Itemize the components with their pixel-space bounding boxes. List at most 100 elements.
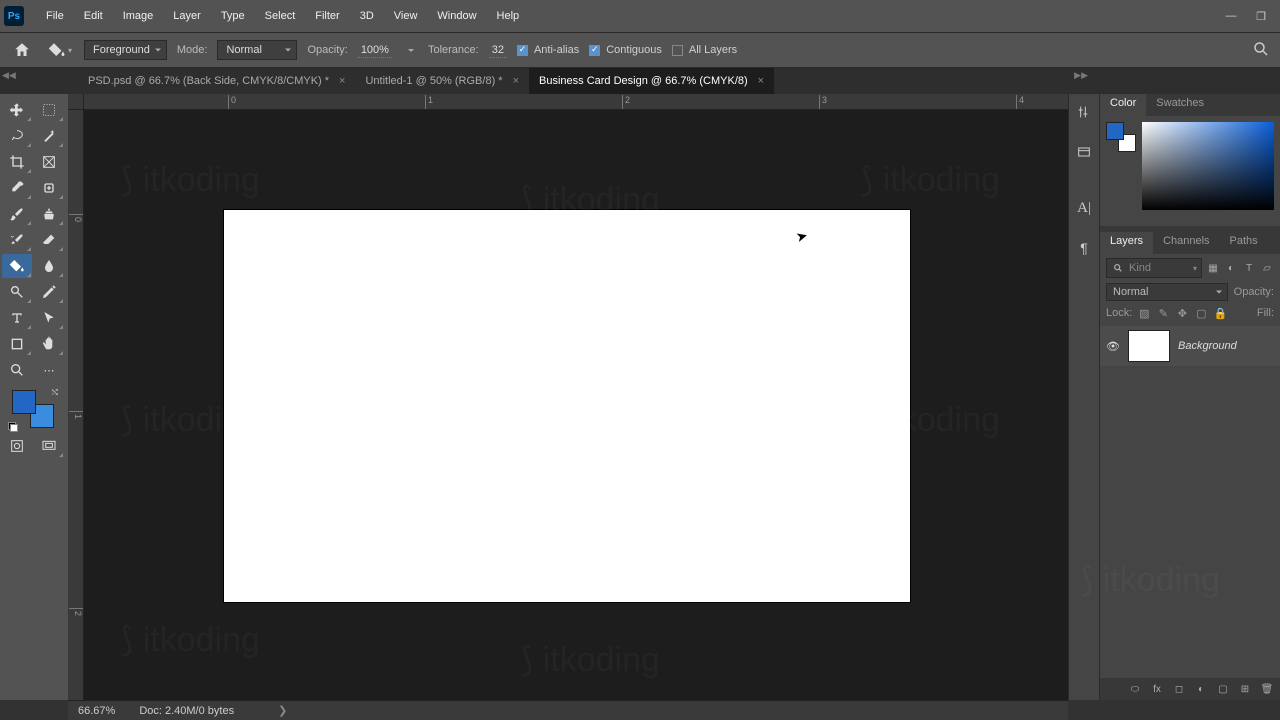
healing-brush-tool-icon[interactable] <box>34 176 64 200</box>
adjustment-layer-icon[interactable]: ◐ <box>1194 682 1208 696</box>
tolerance-value[interactable]: 32 <box>489 43 507 58</box>
lasso-tool-icon[interactable] <box>2 124 32 148</box>
zoom-tool-icon[interactable] <box>2 358 32 382</box>
paint-bucket-tool-icon[interactable] <box>2 254 32 278</box>
search-icon[interactable] <box>1252 40 1272 60</box>
more-tools-icon[interactable]: ⋯ <box>34 358 64 382</box>
group-icon[interactable]: ▢ <box>1216 682 1230 696</box>
menu-help[interactable]: Help <box>487 6 530 26</box>
tab-paths[interactable]: Paths <box>1220 232 1268 254</box>
layer-name[interactable]: Background <box>1178 340 1237 352</box>
marquee-tool-icon[interactable] <box>34 98 64 122</box>
document-viewport[interactable]: ➤ <box>84 110 1068 700</box>
lock-position-icon[interactable]: ✥ <box>1175 306 1189 320</box>
ruler-origin[interactable] <box>68 94 84 110</box>
paragraph-panel-icon[interactable]: ¶ <box>1072 236 1096 260</box>
color-swatches[interactable]: ⤭ <box>2 388 66 432</box>
path-selection-tool-icon[interactable] <box>34 306 64 330</box>
saturation-brightness-field[interactable] <box>1142 122 1274 210</box>
color-mini-swatches[interactable] <box>1106 122 1136 152</box>
doc-tab-3[interactable]: Business Card Design @ 66.7% (CMYK/8) × <box>529 68 774 94</box>
layer-filter-kind[interactable]: Kind ▾ <box>1106 258 1202 278</box>
new-layer-icon[interactable]: ⊞ <box>1238 682 1252 696</box>
lock-pixels-icon[interactable]: ✎ <box>1156 306 1170 320</box>
contiguous-checkbox[interactable]: Contiguous <box>589 44 662 56</box>
character-panel-icon[interactable]: A| <box>1072 196 1096 220</box>
default-colors-icon[interactable] <box>8 422 18 432</box>
opacity-dropdown-icon[interactable] <box>404 43 418 57</box>
layer-item[interactable]: 👁 Background <box>1100 326 1280 366</box>
menu-view[interactable]: View <box>384 6 428 26</box>
eyedropper-tool-icon[interactable] <box>2 176 32 200</box>
visibility-icon[interactable]: 👁 <box>1106 340 1120 353</box>
blur-tool-icon[interactable] <box>34 254 64 278</box>
status-expand-icon[interactable]: ❯ <box>278 704 287 717</box>
paint-bucket-icon[interactable]: ▾ <box>46 36 74 64</box>
tab-channels[interactable]: Channels <box>1153 232 1219 254</box>
dodge-tool-icon[interactable] <box>2 280 32 304</box>
menu-select[interactable]: Select <box>255 6 306 26</box>
foreground-color-swatch[interactable] <box>12 390 36 414</box>
eraser-tool-icon[interactable] <box>34 228 64 252</box>
lock-transparency-icon[interactable]: ▨ <box>1137 306 1151 320</box>
lock-all-icon[interactable]: 🔒 <box>1213 306 1227 320</box>
vertical-ruler[interactable]: 0 1 2 <box>68 110 84 700</box>
type-tool-icon[interactable] <box>2 306 32 330</box>
hand-tool-icon[interactable] <box>34 332 64 356</box>
opacity-value[interactable]: 100% <box>358 43 392 58</box>
magic-wand-tool-icon[interactable] <box>34 124 64 148</box>
fill-source-dropdown[interactable]: Foreground <box>84 40 167 60</box>
filter-pixel-icon[interactable]: ▦ <box>1206 261 1220 275</box>
layer-fx-icon[interactable]: fx <box>1150 682 1164 696</box>
menu-image[interactable]: Image <box>113 6 164 26</box>
filter-shape-icon[interactable]: ▱ <box>1260 261 1274 275</box>
collapse-left-icon[interactable]: ◀◀ <box>2 70 16 81</box>
menu-layer[interactable]: Layer <box>163 6 211 26</box>
close-icon[interactable]: × <box>513 75 519 87</box>
close-icon[interactable]: × <box>339 75 345 87</box>
minimize-icon[interactable]: — <box>1224 9 1238 23</box>
menu-file[interactable]: File <box>36 6 74 26</box>
doc-tab-2[interactable]: Untitled-1 @ 50% (RGB/8) * × <box>355 68 529 94</box>
screen-mode-icon[interactable] <box>34 434 64 458</box>
tab-color[interactable]: Color <box>1100 94 1146 116</box>
horizontal-ruler[interactable]: 0 1 2 3 4 <box>84 94 1068 110</box>
menu-window[interactable]: Window <box>427 6 486 26</box>
layer-mask-icon[interactable]: ◻ <box>1172 682 1186 696</box>
close-icon[interactable]: × <box>758 75 764 87</box>
filter-type-icon[interactable]: T <box>1242 261 1256 275</box>
delete-layer-icon[interactable]: 🗑 <box>1260 682 1274 696</box>
clone-stamp-tool-icon[interactable] <box>34 202 64 226</box>
layer-blend-mode-dropdown[interactable]: Normal <box>1106 283 1228 301</box>
fg-mini-swatch[interactable] <box>1106 122 1124 140</box>
menu-edit[interactable]: Edit <box>74 6 113 26</box>
all-layers-checkbox[interactable]: All Layers <box>672 44 737 56</box>
lock-artboard-icon[interactable]: ▢ <box>1194 306 1208 320</box>
menu-type[interactable]: Type <box>211 6 255 26</box>
tab-layers[interactable]: Layers <box>1100 232 1153 254</box>
frame-tool-icon[interactable] <box>34 150 64 174</box>
quick-mask-icon[interactable] <box>2 434 32 458</box>
blend-mode-dropdown[interactable]: Normal <box>217 40 297 60</box>
tab-swatches[interactable]: Swatches <box>1146 94 1214 116</box>
doc-info[interactable]: Doc: 2.40M/0 bytes <box>139 705 234 717</box>
antialias-checkbox[interactable]: Anti-alias <box>517 44 579 56</box>
collapse-right-icon[interactable]: ▶▶ <box>1074 70 1088 81</box>
maximize-icon[interactable]: ❐ <box>1254 9 1268 23</box>
move-tool-icon[interactable] <box>2 98 32 122</box>
filter-adjust-icon[interactable]: ◐ <box>1224 261 1238 275</box>
adjustments-panel-icon[interactable] <box>1072 100 1096 124</box>
layer-thumbnail[interactable] <box>1128 330 1170 362</box>
libraries-panel-icon[interactable] <box>1072 140 1096 164</box>
zoom-level[interactable]: 66.67% <box>78 705 115 717</box>
menu-filter[interactable]: Filter <box>305 6 349 26</box>
swap-colors-icon[interactable]: ⤭ <box>52 388 58 398</box>
crop-tool-icon[interactable] <box>2 150 32 174</box>
doc-tab-1[interactable]: PSD.psd @ 66.7% (Back Side, CMYK/8/CMYK)… <box>78 68 355 94</box>
rectangle-tool-icon[interactable] <box>2 332 32 356</box>
link-layers-icon[interactable]: ⬭ <box>1128 682 1142 696</box>
pen-tool-icon[interactable] <box>34 280 64 304</box>
menu-3d[interactable]: 3D <box>350 6 384 26</box>
canvas[interactable] <box>224 210 910 602</box>
home-icon[interactable] <box>8 36 36 64</box>
